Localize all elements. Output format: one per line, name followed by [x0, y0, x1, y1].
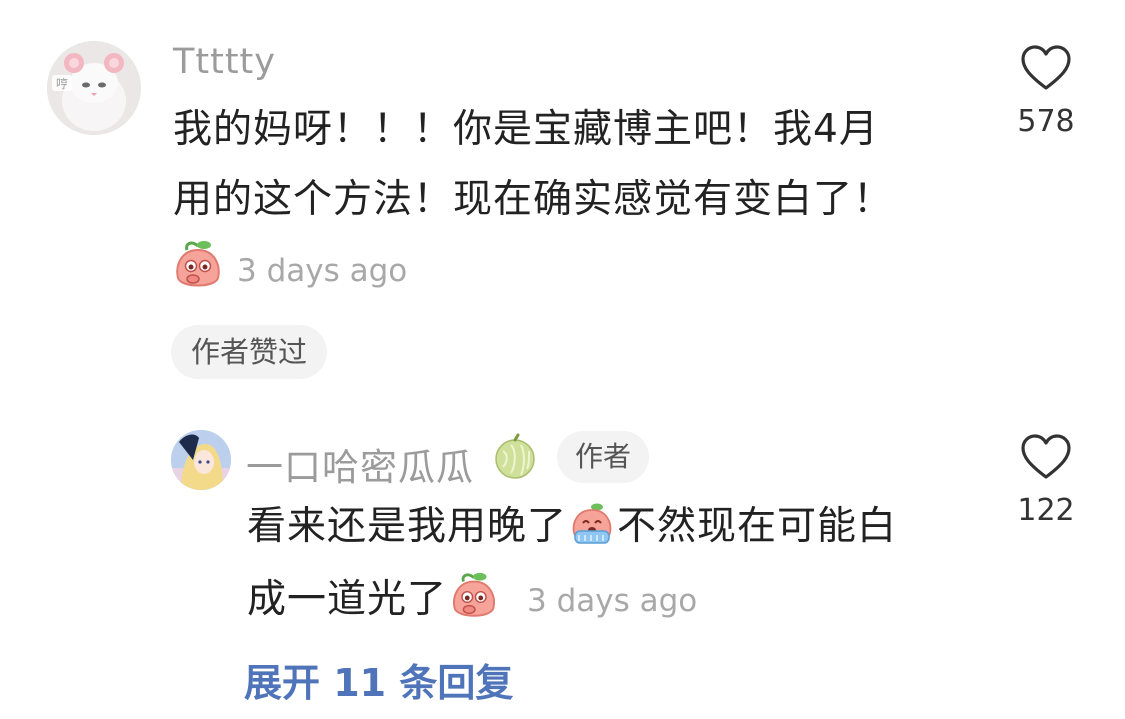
reply-username[interactable]: 一口哈密瓜瓜 — [246, 437, 474, 491]
cat-avatar-icon: 哼 — [47, 41, 141, 135]
svg-text:哼: 哼 — [56, 76, 68, 91]
author-badge: 作者 — [557, 431, 650, 483]
reply-like-count: 122 — [1017, 493, 1075, 528]
comment-timestamp: 3 days ago — [237, 253, 408, 289]
melon-emoji-icon — [495, 433, 535, 479]
reply-text-line-2: 成一道光了 — [247, 567, 501, 633]
reply-text-line-2-text: 成一道光了 — [247, 577, 448, 622]
comment-text-line-1: 我的妈呀！！！你是宝藏博主吧！我4月 — [173, 107, 879, 152]
crying-peach-emoji-icon — [572, 503, 612, 544]
reply-text-part-b: 不然现在可能白 — [617, 504, 898, 549]
reply-user-avatar[interactable] — [171, 430, 231, 490]
reply-like-heart-icon[interactable] — [1020, 433, 1072, 481]
peach-emoji-icon — [453, 572, 495, 617]
comment-username[interactable]: Ttttty — [173, 42, 276, 82]
comment-text-line-2: 用的这个方法！现在确实感觉有变白了！ — [173, 177, 894, 222]
reply-text-part-a: 看来还是我用晚了 — [247, 504, 568, 549]
like-count: 578 — [1017, 104, 1075, 139]
like-heart-icon[interactable] — [1020, 44, 1072, 92]
reply-text-line-1: 看来还是我用晚了 不然现在可能白 — [247, 494, 897, 560]
expand-replies-link[interactable]: 展开 11 条回复 — [244, 652, 513, 707]
anime-avatar-icon — [171, 430, 231, 490]
user-avatar[interactable]: 哼 — [47, 41, 141, 135]
author-liked-badge: 作者赞过 — [171, 325, 328, 379]
reply-timestamp: 3 days ago — [527, 583, 698, 619]
peach-emoji-icon — [176, 241, 220, 287]
